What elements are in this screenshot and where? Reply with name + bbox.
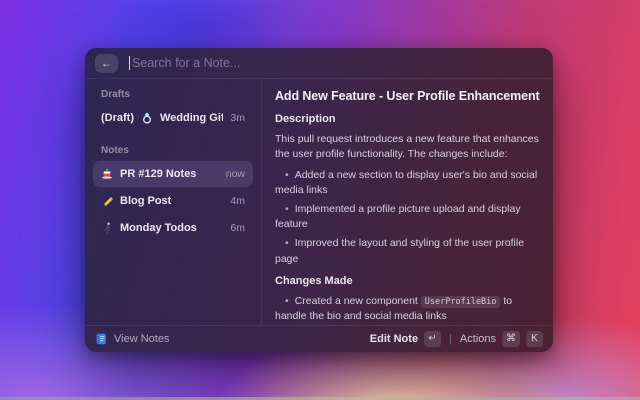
- k-key-badge[interactable]: K: [526, 331, 543, 347]
- window-body: Drafts (Draft) Wedding Gift Ideas 3m Not…: [85, 79, 553, 325]
- list-item-blog-post[interactable]: Blog Post 4m: [93, 188, 253, 214]
- command-key-badge[interactable]: ⌘: [502, 331, 520, 347]
- search-input[interactable]: Search for a Note...: [132, 56, 240, 70]
- note-heading: Add New Feature - User Profile Enhanceme…: [275, 87, 540, 105]
- section-label-drafts: Drafts: [93, 85, 253, 105]
- pencil-icon: [101, 195, 113, 207]
- list-item-pr-129-notes[interactable]: PR #129 Notes now: [93, 161, 253, 187]
- section-label-notes: Notes: [93, 141, 253, 161]
- note-timestamp: 3m: [230, 112, 245, 124]
- section-heading-description: Description: [275, 112, 540, 128]
- footer-divider: |: [449, 333, 452, 345]
- note-preview-pane[interactable]: Add New Feature - User Profile Enhanceme…: [262, 79, 553, 325]
- note-timestamp: 6m: [230, 222, 245, 234]
- return-key-badge[interactable]: ↵: [424, 331, 441, 347]
- view-notes-label: View Notes: [114, 333, 169, 345]
- notes-sidebar: Drafts (Draft) Wedding Gift Ideas 3m Not…: [85, 79, 262, 325]
- list-item-wedding-gift-ideas[interactable]: (Draft) Wedding Gift Ideas 3m: [93, 105, 253, 131]
- note-timestamp: now: [226, 168, 245, 180]
- view-notes-button[interactable]: View Notes: [95, 333, 169, 345]
- text-caret: [129, 56, 130, 70]
- list-item: Improved the layout and styling of the u…: [275, 236, 540, 266]
- back-arrow-icon: ←: [101, 57, 113, 69]
- edit-note-button[interactable]: Edit Note: [370, 333, 418, 345]
- list-item: Created a new component UserProfileBio t…: [275, 294, 540, 324]
- inline-code: UserProfileBio: [421, 296, 501, 308]
- note-title: Wedding Gift Ideas: [160, 112, 223, 124]
- note-timestamp: 4m: [230, 195, 245, 207]
- notebook-icon: [95, 333, 107, 345]
- notes-app-window: ← Search for a Note... Drafts (Draft) We…: [85, 48, 553, 352]
- note-title: Monday Todos: [120, 222, 197, 234]
- description-intro: This pull request introduces a new featu…: [275, 132, 540, 162]
- actions-button[interactable]: Actions: [460, 333, 496, 345]
- back-button[interactable]: ←: [95, 54, 118, 73]
- list-item-monday-todos[interactable]: Monday Todos 6m: [93, 215, 253, 241]
- runner-icon: [101, 222, 113, 234]
- note-title: Blog Post: [120, 195, 171, 207]
- action-bar: View Notes Edit Note ↵ | Actions ⌘ K: [85, 325, 553, 352]
- cake-icon: [101, 168, 113, 180]
- list-item: Implemented a profile picture upload and…: [275, 202, 540, 232]
- list-item: Added a new section to display user's bi…: [275, 168, 540, 198]
- ring-icon: [141, 112, 153, 124]
- search-bar: ← Search for a Note...: [85, 48, 553, 79]
- note-title: PR #129 Notes: [120, 168, 196, 180]
- draft-prefix: (Draft): [101, 112, 134, 124]
- section-heading-changes-made: Changes Made: [275, 274, 540, 290]
